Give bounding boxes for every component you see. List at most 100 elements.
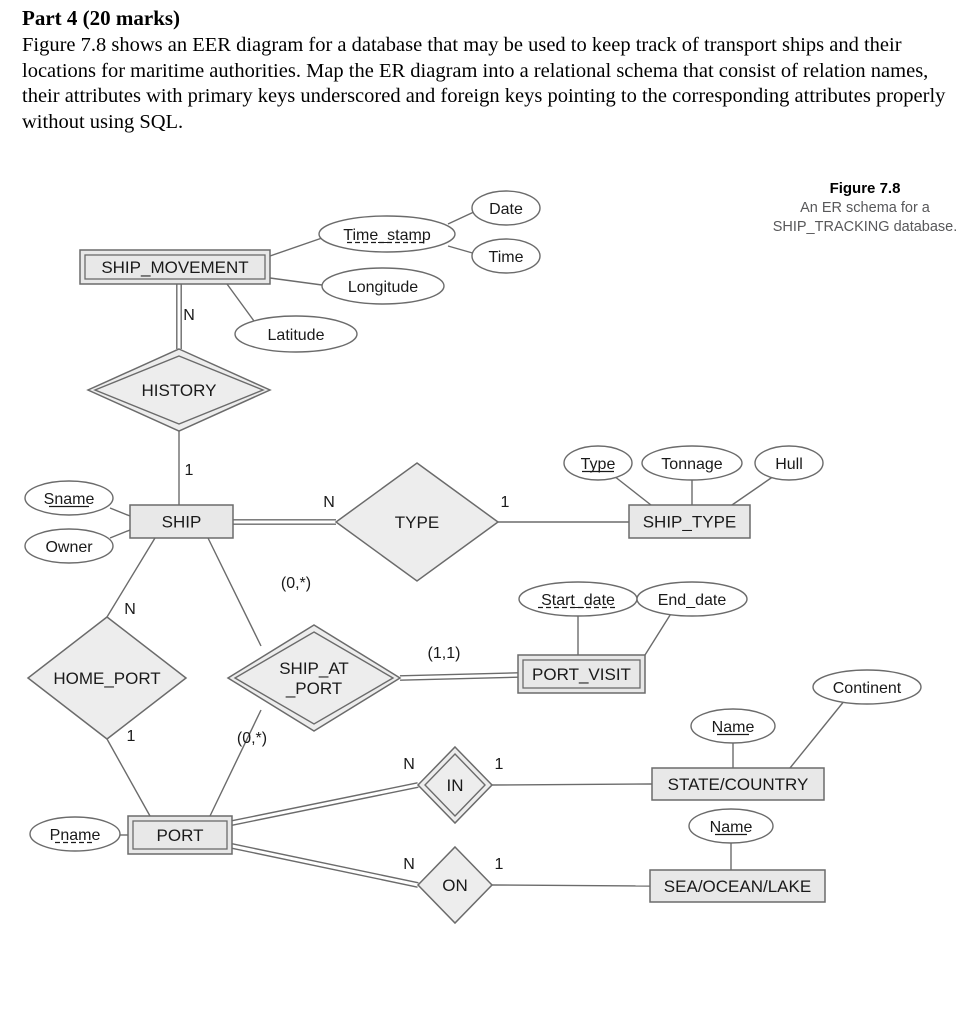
er-attribute-hull: Hull [754, 445, 824, 481]
er-cardinality-c-sap-port: (0,*) [237, 730, 267, 747]
er-attribute-continent: Continent [812, 669, 922, 705]
svg-text:End_date: End_date [658, 592, 727, 609]
svg-text:(0,*): (0,*) [237, 730, 267, 747]
svg-text:Name: Name [710, 819, 753, 836]
er-link [233, 519, 336, 525]
figure-caption-line2: SHIP_TRACKING database. [772, 218, 958, 235]
er-attribute-sol_name: Name [688, 808, 774, 844]
er-link [109, 529, 131, 539]
er-link [789, 699, 846, 769]
svg-text:1: 1 [495, 856, 504, 873]
er-link [447, 210, 477, 225]
svg-text:N: N [403, 856, 415, 873]
er-attribute-type_attr: Type [563, 445, 633, 481]
er-link [491, 783, 653, 786]
er-entity-ship_type: SHIP_TYPE [628, 504, 751, 539]
er-attribute-end_date: End_date [636, 581, 748, 617]
svg-text:SHIP: SHIP [162, 513, 202, 532]
svg-text:HISTORY: HISTORY [142, 381, 217, 400]
er-entity-ship: SHIP [129, 504, 234, 539]
svg-text:Start_date: Start_date [541, 592, 615, 609]
er-cardinality-c-ship-type: N [323, 494, 335, 511]
er-attribute-sc_name: Name [690, 708, 776, 744]
svg-text:SHIP_MOVEMENT: SHIP_MOVEMENT [101, 258, 248, 277]
er-attribute-date: Date [471, 190, 541, 226]
svg-text:1: 1 [495, 756, 504, 773]
svg-text:Pname: Pname [50, 827, 101, 844]
er-link [209, 709, 262, 817]
svg-text:SHIP_AT: SHIP_AT [279, 659, 349, 678]
figure-caption: Figure 7.8 An ER schema for a SHIP_TRACK… [757, 180, 973, 236]
er-entity-state_country: STATE/COUNTRY [651, 767, 825, 801]
er-entity-port_visit: PORT_VISIT [517, 654, 646, 694]
er-link [269, 277, 323, 286]
svg-text:Type: Type [581, 456, 616, 473]
svg-text:Date: Date [489, 201, 523, 218]
svg-text:SHIP_TYPE: SHIP_TYPE [643, 513, 737, 532]
er-relationship-home_port: HOME_PORT [26, 616, 188, 740]
svg-text:_PORT: _PORT [285, 679, 342, 698]
er-diagram-canvas: HISTORY TYPE HOME_PORT SHIP_AT_PORT IN ON SHI… [24, 190, 922, 925]
svg-text:N: N [183, 307, 195, 324]
er-link [176, 284, 182, 349]
svg-text:Time: Time [489, 249, 524, 266]
svg-text:1: 1 [127, 728, 136, 745]
er-cardinality-c-hist-ship: 1 [185, 462, 194, 479]
er-attribute-sname: Sname [24, 480, 114, 516]
er-attribute-longitude: Longitude [321, 267, 445, 305]
svg-text:Name: Name [712, 719, 755, 736]
svg-text:Owner: Owner [45, 539, 93, 556]
svg-text:ON: ON [442, 876, 468, 895]
svg-text:SEA/OCEAN/LAKE: SEA/OCEAN/LAKE [664, 877, 811, 896]
svg-text:HOME_PORT: HOME_PORT [53, 669, 160, 688]
svg-text:Longitude: Longitude [348, 279, 418, 296]
er-link [644, 611, 673, 656]
er-link [447, 245, 477, 255]
svg-text:Tonnage: Tonnage [661, 456, 722, 473]
er-link [231, 843, 419, 888]
er-attribute-latitude: Latitude [234, 315, 358, 353]
er-link [109, 507, 131, 517]
svg-text:N: N [124, 601, 136, 618]
er-entity-ship_movement: SHIP_MOVEMENT [79, 249, 271, 285]
svg-text:TYPE: TYPE [395, 513, 439, 532]
er-link [491, 884, 651, 887]
er-link [231, 782, 419, 826]
er-cardinality-c-ship-sap: (0,*) [281, 575, 311, 592]
er-attribute-time: Time [471, 238, 541, 274]
er-cardinality-c-ship-hp: N [124, 601, 136, 618]
er-cardinality-c-port-in: N [403, 756, 415, 773]
svg-text:Hull: Hull [775, 456, 803, 473]
er-link [207, 537, 262, 647]
er-entity-port: PORT [127, 815, 233, 855]
question-block: Part 4 (20 marks) Figure 7.8 shows an EE… [22, 6, 952, 136]
er-relationship-history: HISTORY [86, 348, 272, 432]
svg-text:(0,*): (0,*) [281, 575, 311, 592]
er-cardinality-c-sap-pv: (1,1) [428, 645, 461, 662]
er-link [731, 475, 775, 506]
er-relationship-on: ON [416, 845, 494, 925]
svg-text:PORT_VISIT: PORT_VISIT [532, 665, 631, 684]
question-body: Figure 7.8 shows an EER diagram for a da… [22, 33, 946, 134]
er-cardinality-c-sm-hist: N [183, 307, 195, 324]
svg-text:Time_stamp: Time_stamp [343, 227, 431, 244]
svg-text:N: N [323, 494, 335, 511]
er-attribute-tonnage: Tonnage [641, 445, 743, 481]
er-cardinality-c-in-sc: 1 [495, 756, 504, 773]
er-relationship-in: IN [416, 745, 494, 825]
svg-text:1: 1 [501, 494, 510, 511]
er-cardinality-c-port-on: N [403, 856, 415, 873]
svg-text:IN: IN [447, 776, 464, 795]
er-attribute-start_date: Start_date [518, 581, 638, 617]
svg-text:Latitude: Latitude [268, 327, 325, 344]
er-link [106, 738, 151, 817]
er-figure: Figure 7.8 An ER schema for a SHIP_TRACK… [0, 178, 977, 1024]
er-cardinality-c-on-sol: 1 [495, 856, 504, 873]
er-relationship-type: TYPE [334, 462, 500, 582]
svg-text:N: N [403, 756, 415, 773]
er-attribute-owner: Owner [24, 528, 114, 564]
er-link [269, 237, 323, 257]
svg-text:1: 1 [185, 462, 194, 479]
svg-text:PORT: PORT [157, 826, 204, 845]
svg-text:Continent: Continent [833, 680, 902, 697]
